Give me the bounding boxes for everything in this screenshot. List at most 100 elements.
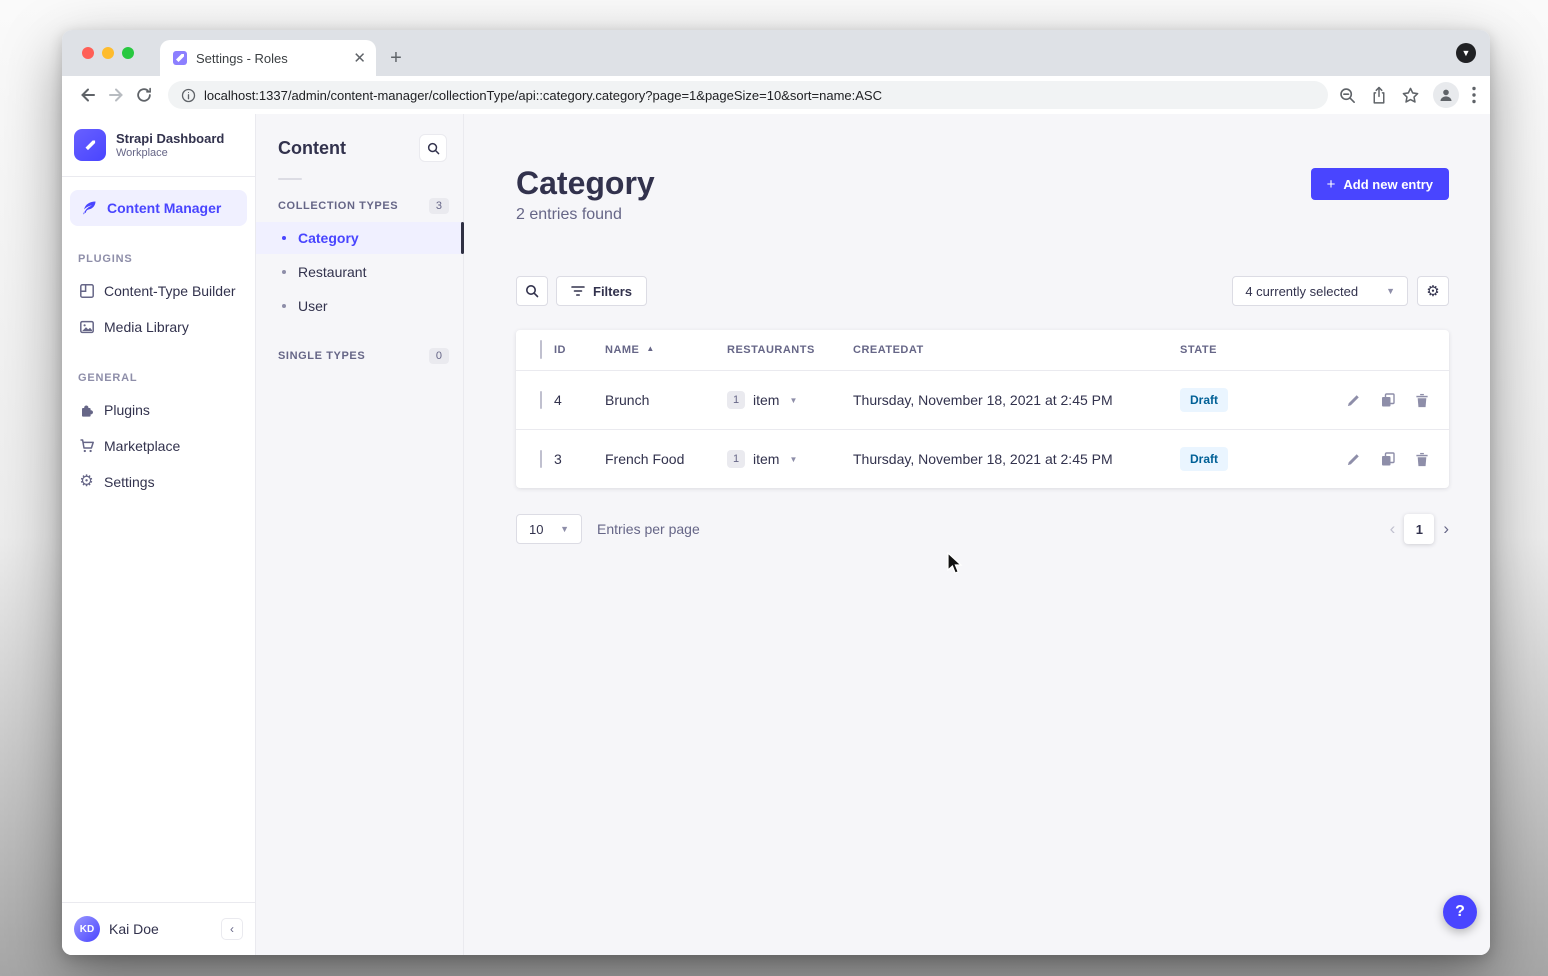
zoom-icon[interactable] [1338,86,1357,105]
window-controls [82,47,134,59]
column-header-name[interactable]: NAME▲ [605,344,727,356]
add-new-entry-button[interactable]: + Add new entry [1311,168,1449,200]
table-settings-button[interactable]: ⚙ [1417,276,1449,306]
share-icon[interactable] [1370,86,1388,105]
sidebar-item-settings[interactable]: ⚙ Settings [62,464,255,500]
new-tab-button[interactable]: + [382,44,410,72]
plus-icon: + [1327,177,1336,192]
bullet-icon [282,270,286,274]
close-window-button[interactable] [82,47,94,59]
collapse-sidebar-button[interactable]: ‹ [221,918,243,940]
sidebar-item-marketplace[interactable]: Marketplace [62,428,255,464]
entries-count: 2 entries found [516,206,655,224]
zoom-window-button[interactable] [122,47,134,59]
sidebar-item-label: Settings [104,474,155,490]
table-row[interactable]: 3 French Food 1 item ▼ Thursday, Novembe… [516,429,1449,488]
subnav-item-category[interactable]: Category [256,222,463,254]
bookmark-star-icon[interactable] [1401,86,1420,105]
current-page-button[interactable]: 1 [1404,514,1434,544]
cell-restaurants[interactable]: 1 item ▼ [727,391,853,409]
cart-icon [78,438,95,454]
help-button[interactable]: ? [1443,895,1477,929]
workspace-brand[interactable]: Strapi Dashboard Workplace [62,114,255,177]
subnav-search-button[interactable] [419,134,447,162]
address-bar[interactable]: localhost:1337/admin/content-manager/col… [168,81,1328,109]
bullet-icon [282,236,286,240]
delete-button[interactable] [1415,393,1429,408]
minimize-window-button[interactable] [102,47,114,59]
page-size-value: 10 [529,522,543,537]
subnav-item-label: Restaurant [298,264,366,280]
edit-button[interactable] [1346,452,1361,467]
duplicate-button[interactable] [1380,451,1396,467]
back-icon[interactable] [74,81,102,109]
duplicate-button[interactable] [1380,392,1396,408]
gear-icon: ⚙ [1426,284,1439,299]
cell-name: French Food [605,451,727,467]
user-name: Kai Doe [109,921,212,937]
url-text: localhost:1337/admin/content-manager/col… [204,88,882,103]
gear-icon: ⚙ [78,474,95,490]
sidebar-item-label: Plugins [104,402,150,418]
user-avatar: KD [74,916,100,942]
columns-visibility-select[interactable]: 4 currently selected ▼ [1232,276,1408,306]
sort-ascending-icon: ▲ [646,344,654,353]
tab-strip-chevron-icon[interactable]: ▼ [1456,43,1476,63]
toolbar-actions [1338,82,1478,108]
table-header-row: ID NAME▲ RESTAURANTS CREATEDAT STATE [516,330,1449,370]
column-header-restaurants[interactable]: RESTAURANTS [727,344,853,356]
general-section-label: GENERAL [62,345,255,392]
puzzle-icon [78,402,95,418]
status-badge: Draft [1180,388,1228,412]
select-all-checkbox[interactable] [540,340,542,359]
next-page-button[interactable]: › [1443,519,1449,539]
cell-id: 4 [554,392,605,408]
chevron-down-icon[interactable]: ▼ [789,396,797,405]
sidebar-item-content-manager[interactable]: Content Manager [70,190,247,226]
forward-icon[interactable] [102,81,130,109]
sidebar-item-label: Media Library [104,319,189,335]
page-size-select[interactable]: 10 ▼ [516,514,582,544]
chevron-down-icon[interactable]: ▼ [789,455,797,464]
main-content: Category 2 entries found + Add new entry… [464,114,1490,955]
browser-tab[interactable]: Settings - Roles ✕ [160,40,376,76]
browser-menu-icon[interactable] [1472,86,1476,104]
edit-button[interactable] [1346,393,1361,408]
delete-button[interactable] [1415,452,1429,467]
row-checkbox[interactable] [540,450,542,468]
sidebar-item-label: Content-Type Builder [104,283,236,299]
browser-profile-icon[interactable] [1433,82,1459,108]
table-search-button[interactable] [516,276,548,306]
filters-button[interactable]: Filters [556,276,647,306]
sidebar-item-label: Content Manager [107,200,221,216]
sidebar-item-plugins[interactable]: Plugins [62,392,255,428]
row-checkbox[interactable] [540,391,542,409]
page-title: Category [516,164,655,202]
pagination-bar: 10 ▼ Entries per page ‹ 1 › [516,514,1449,544]
reload-icon[interactable] [130,81,158,109]
relation-count-badge: 1 [727,450,745,468]
chevron-down-icon: ▼ [1386,286,1395,296]
collection-types-count-badge: 3 [429,198,449,214]
cell-createdat: Thursday, November 18, 2021 at 2:45 PM [853,392,1180,408]
media-image-icon [78,319,95,335]
user-profile[interactable]: KD Kai Doe ‹ [62,902,255,955]
relation-label: item [753,392,779,408]
tab-close-icon[interactable]: ✕ [353,51,366,66]
column-header-state[interactable]: STATE [1180,344,1299,356]
site-info-icon[interactable] [181,88,196,103]
subnav-title: Content [278,138,346,159]
column-header-id[interactable]: ID [554,344,605,356]
workspace-title: Strapi Dashboard [116,131,224,147]
sidebar-item-content-type-builder[interactable]: Content-Type Builder [62,273,255,309]
subnav-item-label: User [298,298,328,314]
feather-pen-icon [81,200,97,216]
single-types-count-badge: 0 [429,348,449,364]
table-row[interactable]: 4 Brunch 1 item ▼ Thursday, November 18,… [516,370,1449,429]
column-header-createdat[interactable]: CREATEDAT [853,344,1180,356]
sidebar-item-media-library[interactable]: Media Library [62,309,255,345]
subnav-item-user[interactable]: User [256,290,463,322]
subnav-item-restaurant[interactable]: Restaurant [256,256,463,288]
cell-restaurants[interactable]: 1 item ▼ [727,450,853,468]
previous-page-button[interactable]: ‹ [1390,519,1396,539]
